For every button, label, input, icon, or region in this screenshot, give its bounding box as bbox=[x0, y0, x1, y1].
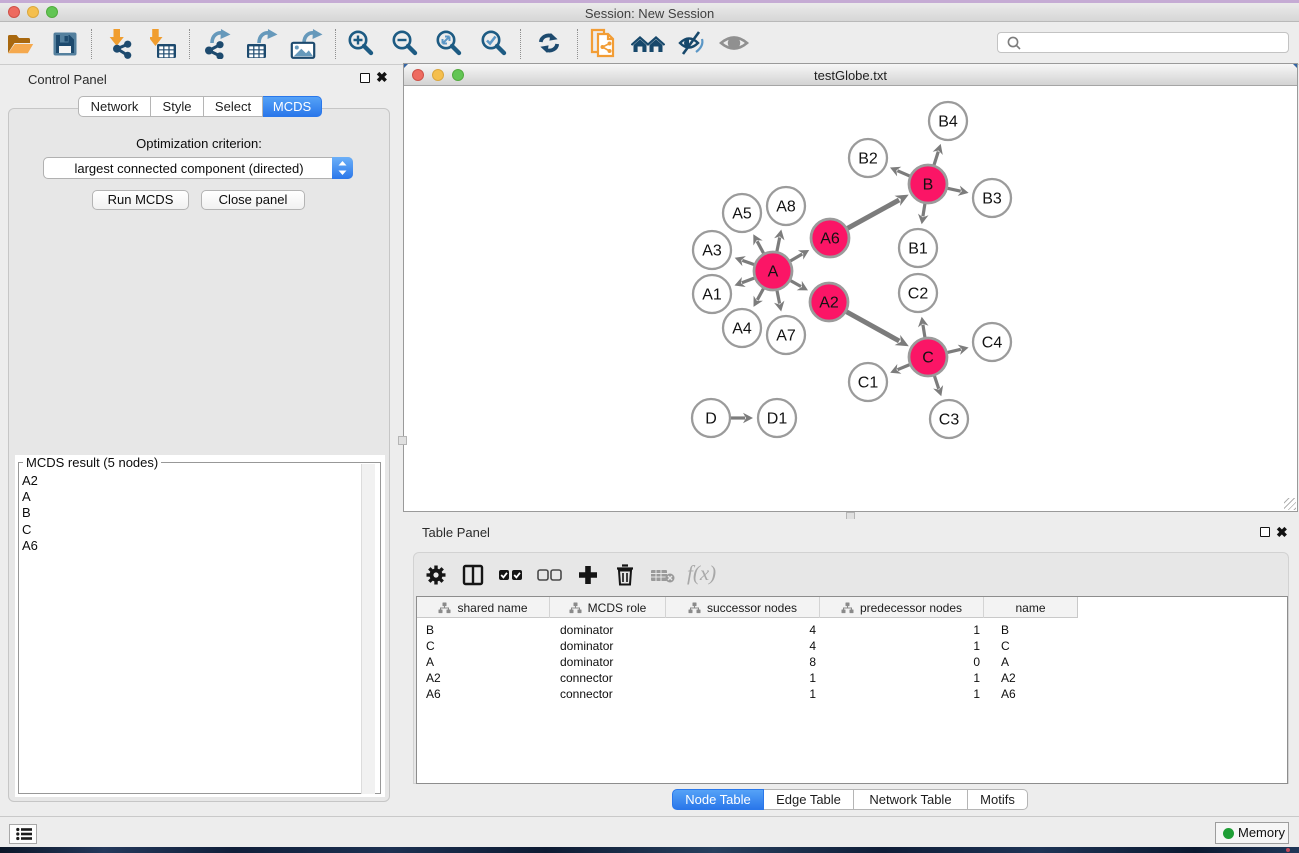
svg-text:D: D bbox=[705, 411, 717, 428]
svg-text:A1: A1 bbox=[702, 287, 722, 304]
svg-text:A3: A3 bbox=[702, 243, 722, 260]
svg-text:A8: A8 bbox=[776, 199, 796, 216]
svg-text:B2: B2 bbox=[858, 151, 878, 168]
svg-text:C1: C1 bbox=[858, 375, 879, 392]
svg-text:B4: B4 bbox=[938, 114, 958, 131]
svg-text:A: A bbox=[768, 264, 779, 281]
svg-text:C: C bbox=[922, 350, 934, 367]
svg-text:C3: C3 bbox=[939, 412, 960, 429]
svg-text:B: B bbox=[923, 177, 934, 194]
svg-text:A4: A4 bbox=[732, 321, 752, 338]
svg-text:A7: A7 bbox=[776, 328, 796, 345]
svg-text:D1: D1 bbox=[767, 411, 788, 428]
svg-text:A6: A6 bbox=[820, 231, 840, 248]
svg-text:A2: A2 bbox=[819, 295, 839, 312]
svg-text:B1: B1 bbox=[908, 241, 928, 258]
svg-text:C4: C4 bbox=[982, 335, 1003, 352]
svg-text:A5: A5 bbox=[732, 206, 752, 223]
svg-text:C2: C2 bbox=[908, 286, 929, 303]
svg-text:B3: B3 bbox=[982, 191, 1002, 208]
